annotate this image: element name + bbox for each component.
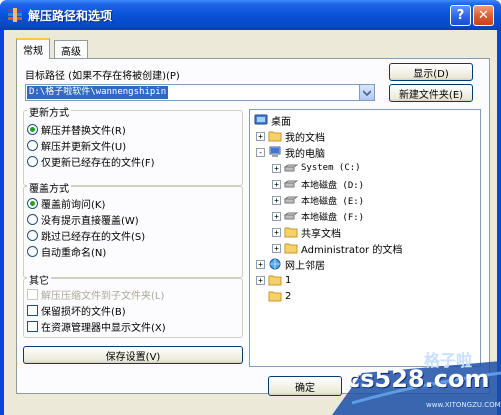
watermark-text: cs528.com (346, 365, 490, 393)
tab-advanced[interactable]: 高级 (54, 40, 88, 58)
folder-icon (284, 243, 298, 254)
tree-item-network[interactable]: + 网上邻居 (256, 257, 325, 272)
tree-label: 本地磁盘 (E:) (301, 196, 365, 207)
overwrite-option-rename[interactable]: 自动重命名(N) (27, 244, 107, 259)
watermark-url: www.XITONGZU.COM (426, 401, 501, 409)
option-label: 解压并更新文件(U) (41, 141, 127, 153)
tree-item-drive-c[interactable]: + System (C:) (272, 161, 361, 175)
target-path-input[interactable]: D:\格子啦软件\wannengshipin (25, 84, 375, 101)
desktop-icon (254, 114, 268, 125)
option-label: 覆盖前询问(K) (41, 199, 106, 211)
radio-icon (27, 213, 38, 225)
tree-label: 桌面 (271, 116, 291, 128)
option-label: 跳过已经存在的文件(S) (41, 231, 146, 243)
tree-label: 共享文档 (301, 228, 341, 240)
option-label: 没有提示直接覆盖(W) (41, 215, 139, 227)
tree-item-drive-e[interactable]: + 本地磁盘 (E:) (272, 193, 364, 207)
folder-icon (268, 291, 282, 302)
hard-drive-icon (284, 180, 298, 188)
save-settings-button[interactable]: 保存设置(V) (23, 346, 243, 364)
misc-title: 其它 (27, 272, 51, 287)
tree-label: 2 (285, 290, 292, 302)
checkbox-icon (27, 304, 38, 316)
option-label: 解压并替换文件(R) (41, 125, 126, 137)
folder-icon (268, 131, 282, 142)
overwrite-option-skip[interactable]: 跳过已经存在的文件(S) (27, 228, 146, 243)
tree-item-my-computer[interactable]: - 我的电脑 (256, 145, 325, 160)
option-label: 自动重命名(N) (41, 247, 107, 259)
folder-icon (284, 227, 298, 238)
watermark: 格子啦 cs528.com www.XITONGZU.COM (302, 343, 501, 415)
misc-option-subfolder: 解压压缩文件到子文件夹(L) (27, 287, 165, 302)
hard-drive-icon (284, 164, 298, 172)
tree-label: 1 (285, 274, 292, 286)
network-icon (269, 258, 281, 270)
update-option-update[interactable]: 解压并更新文件(U) (27, 138, 127, 153)
radio-icon (27, 229, 38, 241)
tree-item-folder-2[interactable]: 2 (268, 289, 291, 303)
show-button[interactable]: 显示(D) (389, 63, 473, 81)
option-label: 仅更新已经存在的文件(F) (41, 157, 155, 169)
close-button[interactable]: ✕ (473, 5, 494, 26)
tree-item-desktop[interactable]: 桌面 (254, 113, 291, 128)
checkbox-icon (27, 320, 38, 332)
folder-icon (268, 275, 282, 286)
expand-plus-icon[interactable]: + (256, 275, 265, 285)
tab-general[interactable]: 常规 (16, 38, 50, 59)
tree-label: 我的电脑 (285, 148, 325, 160)
misc-option-show-explorer[interactable]: 在资源管理器中显示文件(X) (27, 319, 166, 334)
checkbox-icon (27, 288, 38, 300)
expand-plus-icon[interactable]: + (272, 227, 281, 237)
expand-plus-icon[interactable]: + (272, 179, 281, 189)
title-bar[interactable]: 解压路径和选项 ? ✕ (0, 0, 501, 30)
update-option-replace[interactable]: 解压并替换文件(R) (27, 122, 126, 137)
expand-plus-icon[interactable]: + (272, 195, 281, 205)
tree-item-admin-docs[interactable]: + Administrator 的文档 (272, 241, 403, 256)
expand-plus-icon[interactable]: + (272, 243, 281, 253)
expand-plus-icon[interactable]: + (272, 211, 281, 221)
option-label: 解压压缩文件到子文件夹(L) (41, 290, 165, 302)
hard-drive-icon (284, 212, 298, 220)
new-folder-button[interactable]: 新建文件夹(E) (389, 84, 473, 102)
tree-item-shared-docs[interactable]: + 共享文档 (272, 225, 341, 240)
tree-label: 本地磁盘 (F:) (301, 212, 365, 223)
folder-tree[interactable]: 桌面 + 我的文档 - 我的电脑 + System (C:) + 本地磁盘 (D… (249, 109, 481, 367)
tree-label: 我的文档 (285, 132, 325, 144)
radio-icon (27, 139, 38, 151)
overwrite-mode-title: 覆盖方式 (27, 180, 71, 195)
update-option-existing[interactable]: 仅更新已经存在的文件(F) (27, 154, 155, 169)
overwrite-option-ask[interactable]: 覆盖前询问(K) (27, 196, 106, 211)
radio-icon (27, 155, 38, 167)
help-button[interactable]: ? (450, 5, 471, 26)
tree-item-folder-1[interactable]: + 1 (256, 273, 291, 287)
tree-item-drive-d[interactable]: + 本地磁盘 (D:) (272, 177, 364, 191)
target-path-value: D:\格子啦软件\wannengshipin (27, 86, 169, 99)
expand-plus-icon[interactable]: + (272, 163, 281, 173)
tree-item-my-documents[interactable]: + 我的文档 (256, 129, 325, 144)
tree-label: 本地磁盘 (D:) (301, 180, 365, 191)
chevron-down-icon (363, 89, 371, 96)
winrar-app-icon (8, 8, 22, 22)
tree-label: System (C:) (301, 163, 361, 173)
misc-option-keep-broken[interactable]: 保留损坏的文件(B) (27, 303, 126, 318)
tree-label: Administrator 的文档 (301, 244, 403, 256)
overwrite-option-no-prompt[interactable]: 没有提示直接覆盖(W) (27, 212, 139, 227)
option-label: 保留损坏的文件(B) (41, 306, 126, 318)
tree-item-drive-f[interactable]: + 本地磁盘 (F:) (272, 209, 364, 223)
update-mode-title: 更新方式 (27, 104, 71, 119)
expand-plus-icon[interactable]: + (256, 259, 265, 269)
radio-icon (27, 197, 38, 209)
dialog-window: 解压路径和选项 ? ✕ 常规 高级 目标路径 (如果不存在将被创建)(P) 显示… (0, 0, 501, 415)
computer-icon (269, 146, 281, 157)
path-dropdown-button[interactable] (359, 84, 375, 101)
radio-icon (27, 123, 38, 135)
target-path-label: 目标路径 (如果不存在将被创建)(P) (25, 71, 180, 82)
radio-icon (27, 245, 38, 257)
window-title: 解压路径和选项 (28, 9, 113, 23)
expand-plus-icon[interactable]: + (256, 131, 265, 141)
option-label: 在资源管理器中显示文件(X) (41, 322, 166, 334)
collapse-minus-icon[interactable]: - (256, 147, 265, 157)
tree-label: 网上邻居 (285, 260, 325, 272)
hard-drive-icon (284, 196, 298, 204)
